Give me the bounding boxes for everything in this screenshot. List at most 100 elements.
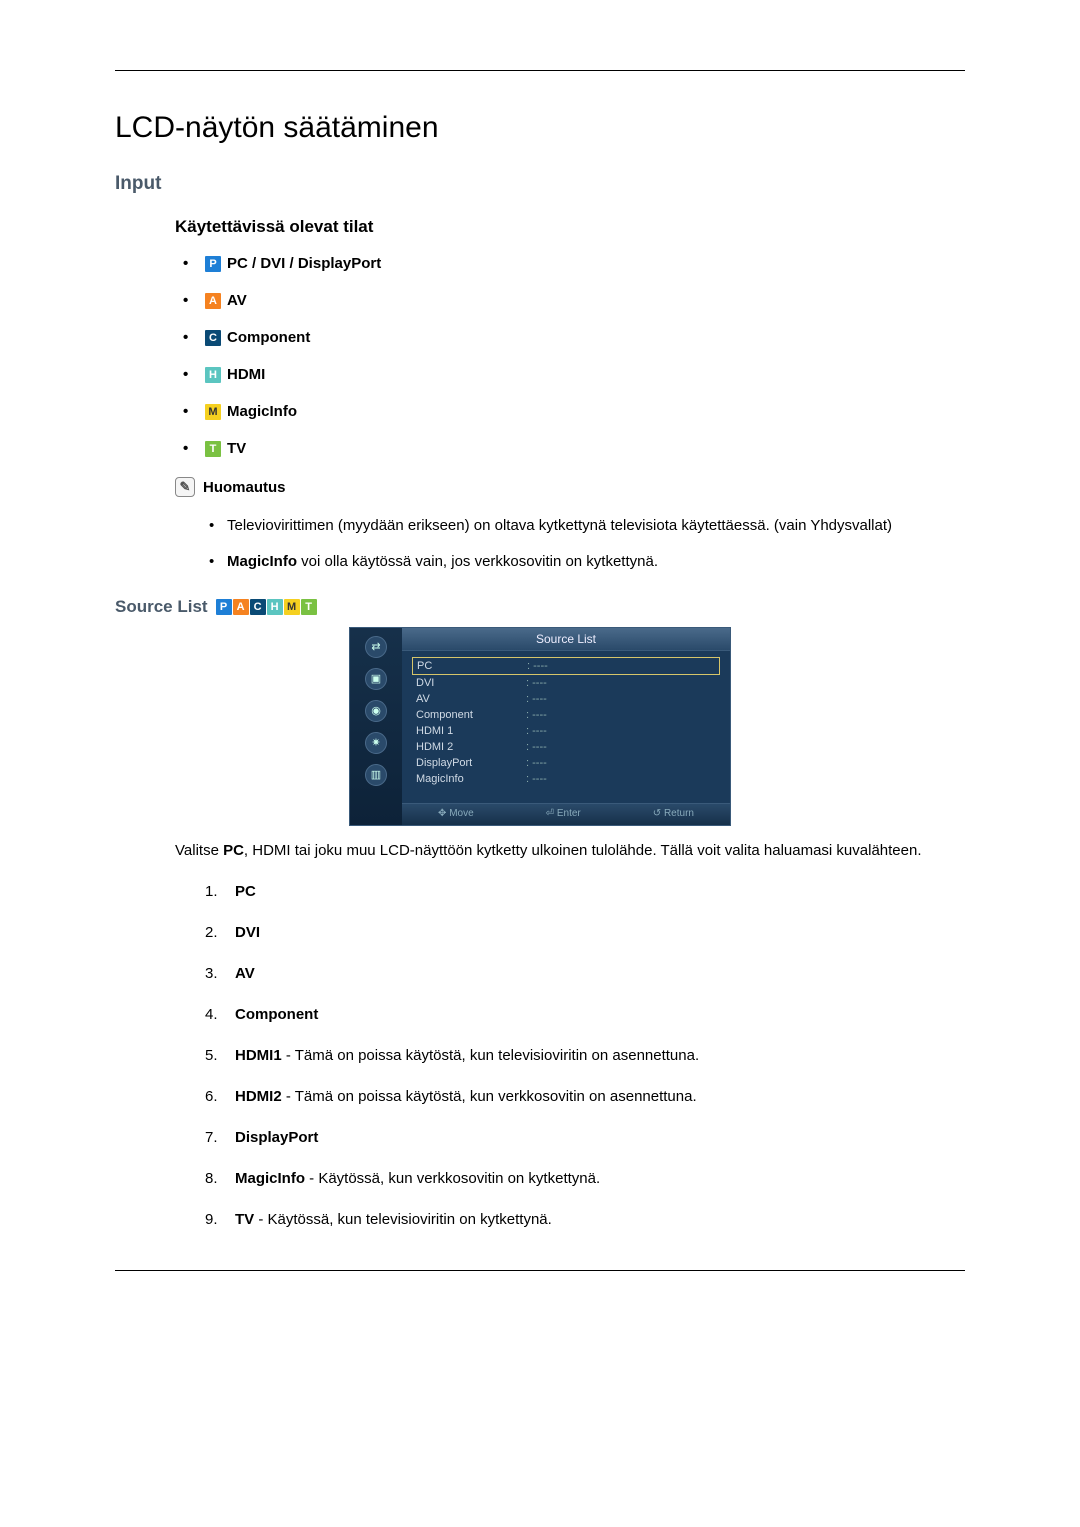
osd-row-val: : ---- <box>526 709 547 721</box>
osd-row-label: MagicInfo <box>416 773 526 785</box>
osd-icon-input: ⇄ <box>365 636 387 658</box>
osd-row-label: DVI <box>416 677 526 689</box>
osd-row-label: AV <box>416 693 526 705</box>
osd-row: DVI : ---- <box>412 675 720 691</box>
osd-row: Component : ---- <box>412 707 720 723</box>
mode-label: HDMI <box>227 366 265 383</box>
osd-footer-return-label: Return <box>664 808 694 819</box>
osd-row: AV : ---- <box>412 691 720 707</box>
badge-m-icon: M <box>205 404 221 420</box>
osd-footer: ✥ Move ⏎ Enter ↺ Return <box>402 803 730 825</box>
osd-row-label: Component <box>416 709 526 721</box>
mode-component: C Component <box>175 329 965 346</box>
rule-top <box>115 70 965 71</box>
osd-footer-move: ✥ Move <box>438 808 474 819</box>
modes-heading: Käytettävissä olevat tilat <box>175 217 965 237</box>
modes-list: P PC / DVI / DisplayPort A AV C Componen… <box>175 255 965 457</box>
note-item: Televiovirittimen (myydään erikseen) on … <box>205 515 965 537</box>
badge-t-icon: T <box>301 599 317 615</box>
badge-c-icon: C <box>250 599 266 615</box>
note-bold: MagicInfo <box>227 553 297 570</box>
mode-magicinfo: M MagicInfo <box>175 403 965 420</box>
badge-t-icon: T <box>205 441 221 457</box>
li-bold: HDMI1 <box>235 1047 282 1064</box>
osd-row-label: HDMI 1 <box>416 725 526 737</box>
section-input: Input <box>115 173 965 195</box>
li-rest: - Käytössä, kun verkkosovitin on kytkett… <box>305 1170 600 1187</box>
mode-tv: T TV <box>175 440 965 457</box>
list-item: DVI <box>205 922 965 943</box>
badge-a-icon: A <box>233 599 249 615</box>
page-title: LCD-näytön säätäminen <box>115 111 965 145</box>
badge-h-icon: H <box>205 367 221 383</box>
badge-c-icon: C <box>205 330 221 346</box>
list-item: TV - Käytössä, kun televisioviritin on k… <box>205 1209 965 1230</box>
note-heading: ✎ Huomautus <box>175 477 965 497</box>
osd-row-label: DisplayPort <box>416 757 526 769</box>
note-icon: ✎ <box>175 477 195 497</box>
badge-m-icon: M <box>284 599 300 615</box>
li-bold: DVI <box>235 924 260 941</box>
mode-label: PC / DVI / DisplayPort <box>227 255 381 272</box>
li-rest: - Käytössä, kun televisioviritin on kytk… <box>254 1211 552 1228</box>
mode-pc: P PC / DVI / DisplayPort <box>175 255 965 272</box>
note-label: Huomautus <box>203 479 286 496</box>
source-list-label: Source List <box>115 597 208 617</box>
osd-row: DisplayPort : ---- <box>412 755 720 771</box>
badges-row: P A C H M T <box>216 599 317 615</box>
li-bold: MagicInfo <box>235 1170 305 1187</box>
osd-icon-setup: ✷ <box>365 732 387 754</box>
li-rest: - Tämä on poissa käytöstä, kun televisio… <box>282 1047 699 1064</box>
li-bold: Component <box>235 1006 318 1023</box>
osd-row-val: : ---- <box>526 741 547 753</box>
osd-row-val: : ---- <box>526 773 547 785</box>
note-rest: voi olla käytössä vain, jos verkkosoviti… <box>297 553 658 570</box>
osd-footer-enter: ⏎ Enter <box>546 808 581 819</box>
osd-sidebar: ⇄ ▣ ◉ ✷ ▥ <box>350 628 402 825</box>
rule-bottom <box>115 1270 965 1271</box>
note-list: Televiovirittimen (myydään erikseen) on … <box>205 515 965 573</box>
badge-p-icon: P <box>205 256 221 272</box>
badge-h-icon: H <box>267 599 283 615</box>
osd-row-val: : ---- <box>526 725 547 737</box>
osd-row-val: : ---- <box>527 660 548 672</box>
osd-row-val: : ---- <box>526 693 547 705</box>
osd-panel: ⇄ ▣ ◉ ✷ ▥ Source List PC : ---- DVI : --… <box>349 627 731 826</box>
mode-label: TV <box>227 440 246 457</box>
osd-icon-picture: ▣ <box>365 668 387 690</box>
osd-footer-return: ↺ Return <box>653 808 694 819</box>
li-bold: AV <box>235 965 255 982</box>
source-list-heading: Source List P A C H M T <box>115 597 965 617</box>
osd-footer-move-label: Move <box>449 808 473 819</box>
li-bold: PC <box>235 883 256 900</box>
list-item: Component <box>205 1004 965 1025</box>
osd-row-val: : ---- <box>526 677 547 689</box>
desc-post: , HDMI tai joku muu LCD-näyttöön kytkett… <box>244 842 922 859</box>
osd-icon-multi: ▥ <box>365 764 387 786</box>
osd-footer-enter-label: Enter <box>557 808 581 819</box>
list-item: PC <box>205 881 965 902</box>
osd-row: HDMI 2 : ---- <box>412 739 720 755</box>
osd-title: Source List <box>402 628 730 651</box>
badge-p-icon: P <box>216 599 232 615</box>
mode-hdmi: H HDMI <box>175 366 965 383</box>
osd-row-label: HDMI 2 <box>416 741 526 753</box>
osd-row: PC : ---- <box>412 657 720 675</box>
mode-label: AV <box>227 292 247 309</box>
osd-row: HDMI 1 : ---- <box>412 723 720 739</box>
mode-label: Component <box>227 329 310 346</box>
list-item: DisplayPort <box>205 1127 965 1148</box>
desc-pre: Valitse <box>175 842 223 859</box>
source-ordered-list: PC DVI AV Component HDMI1 - Tämä on pois… <box>205 881 965 1230</box>
li-bold: TV <box>235 1211 254 1228</box>
li-rest: - Tämä on poissa käytöstä, kun verkkosov… <box>282 1088 697 1105</box>
osd-row-val: : ---- <box>526 757 547 769</box>
source-desc: Valitse PC, HDMI tai joku muu LCD-näyttö… <box>175 840 965 862</box>
osd-icon-sound: ◉ <box>365 700 387 722</box>
badge-a-icon: A <box>205 293 221 309</box>
mode-av: A AV <box>175 292 965 309</box>
osd-row-label: PC <box>417 660 527 672</box>
li-bold: DisplayPort <box>235 1129 318 1146</box>
osd-row: MagicInfo : ---- <box>412 771 720 787</box>
mode-label: MagicInfo <box>227 403 297 420</box>
